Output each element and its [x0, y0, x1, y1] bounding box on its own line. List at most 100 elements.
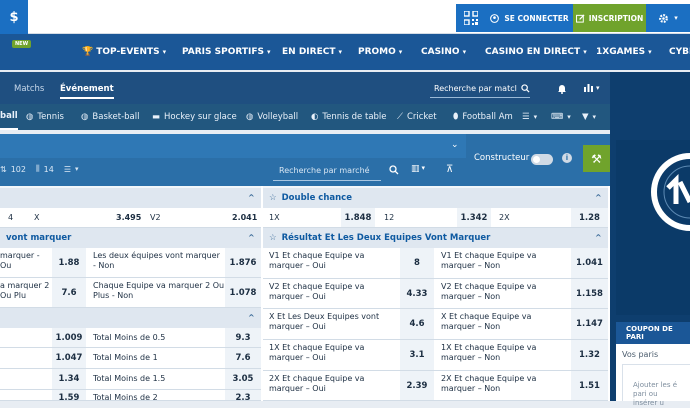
tab-matchs[interactable]: Matchs [14, 84, 44, 94]
chevron-down-icon: ▾ [533, 113, 538, 121]
nav-promo[interactable]: PROMO ▾ [358, 34, 402, 70]
nav-1xgames[interactable]: 1XGAMES ▾ [596, 34, 652, 70]
nav-en-direct[interactable]: EN DIRECT ▾ [282, 34, 342, 70]
sport-hockey[interactable]: ▬ Hockey sur glace [152, 104, 237, 130]
market-counters: ⇅ 102 ⫼ 14 ☰ ▾ [0, 164, 79, 174]
bet-slip-panel: Vos paris Ajouter les é pari ou insérer … [616, 344, 690, 407]
odds-value[interactable]: 3.495 [116, 213, 141, 223]
collapse-chevron-icon[interactable]: ⌄ [451, 140, 459, 150]
table-tennis-icon: ◐ [311, 112, 319, 122]
table-row[interactable]: 1.009 Total Moins de 0.5 9.3 [0, 328, 261, 348]
odds-value[interactable]: 4.6 [400, 309, 434, 339]
odds-value[interactable]: 1.158 [571, 279, 608, 308]
table-row[interactable]: a marquer 2 Ou Plu 7.6 Chaque Equipe va … [0, 278, 261, 308]
market-header-total[interactable]: ^ [0, 308, 261, 328]
table-row[interactable]: 1X Et chaque Equipe va marquer – Oui 3.1… [263, 340, 608, 371]
nav-cyber[interactable]: CYBE [669, 34, 690, 70]
odds-value[interactable]: 2.041 [232, 213, 257, 223]
promo-banner[interactable] [616, 140, 690, 315]
sport-american-football[interactable]: ⬮ Football Am [453, 104, 513, 130]
odds-value[interactable]: 1.876 [225, 248, 261, 277]
bar-chart-icon [584, 84, 593, 92]
sport-basketball[interactable]: ◍ Basket-ball [81, 104, 139, 130]
odds-value[interactable]: 3.1 [400, 340, 434, 370]
gamepad-icon: ⌨ [551, 112, 564, 122]
nav-top-events[interactable]: 🏆 TOP-EVENTS ▾ [82, 34, 166, 70]
odds-value[interactable]: 1.34 [52, 369, 86, 389]
qr-code-button[interactable] [456, 4, 486, 32]
star-icon[interactable]: ☆ [269, 233, 277, 243]
chevron-up-icon: ^ [248, 233, 255, 242]
table-row[interactable]: 1.047 Total Moins de 1 7.6 [0, 348, 261, 369]
edit-icon [575, 13, 585, 23]
table-row[interactable]: marquer - Ou 1.88 Les deux équipes vont … [0, 248, 261, 278]
list-icon[interactable]: ☰ [64, 165, 71, 174]
chevron-down-icon: ▾ [462, 48, 467, 56]
search-icon[interactable] [389, 165, 399, 175]
odds-value[interactable]: 9.3 [225, 328, 261, 347]
signup-button[interactable]: INSCRIPTION [573, 4, 646, 32]
sport-cricket[interactable]: ⟋ Cricket [397, 104, 437, 130]
sport-volleyball[interactable]: ◍ Volleyball [246, 104, 298, 130]
bet-slip-header[interactable]: COUPON DE PARI [616, 322, 690, 344]
market-header-btts[interactable]: vont marquer ^ [0, 228, 261, 248]
market-header-double-chance[interactable]: ☆ Double chance ^ [263, 188, 608, 208]
odds-value[interactable]: 4.33 [400, 279, 434, 308]
sport-tennis[interactable]: ◍ Tennis [26, 104, 64, 130]
sport-table-tennis[interactable]: ◐ Tennis de table [311, 104, 387, 130]
sports-list-button[interactable]: ☰ ▾ [522, 104, 537, 130]
volleyball-icon: ◍ [246, 112, 254, 122]
info-icon[interactable]: i [562, 153, 572, 163]
table-row[interactable]: V2 Et chaque Equipe va marquer – Oui 4.3… [263, 279, 608, 309]
nav-casino[interactable]: CASINO ▾ [421, 34, 466, 70]
login-button[interactable]: SE CONNECTER [486, 4, 573, 32]
odds-value[interactable]: 1.59 [52, 390, 86, 400]
odds-value[interactable]: 1.047 [52, 348, 86, 368]
table-row[interactable]: V1 Et chaque Equipe va marquer – Oui 8 V… [263, 248, 608, 279]
star-icon[interactable]: ☆ [269, 193, 277, 203]
nav-paris-sportifs[interactable]: PARIS SPORTIFS ▾ [182, 34, 271, 70]
odds-value[interactable]: 1.009 [52, 328, 86, 347]
odds-value[interactable]: 1.88 [52, 248, 86, 277]
constructor-toggle[interactable] [531, 154, 553, 165]
odds-value[interactable]: 1.32 [571, 340, 608, 370]
table-row[interactable]: 1.34 Total Moins de 1.5 3.05 [0, 369, 261, 390]
odds-value[interactable]: 1.041 [571, 248, 608, 278]
market-header-result-btts[interactable]: ☆ Résultat Et Les Deux Equipes Vont Marq… [263, 228, 608, 248]
odds-value[interactable]: 1.848 [341, 208, 375, 227]
market-header-result[interactable]: ^ [0, 188, 261, 208]
odds-value[interactable]: 1.28 [571, 208, 608, 227]
table-row[interactable]: 2X Et chaque Equipe va marquer – Oui 2.3… [263, 371, 608, 401]
qr-code-icon [464, 11, 478, 25]
nav-casino-en-direct[interactable]: CASINO EN DIRECT ▾ [485, 34, 587, 70]
filter-button[interactable]: ▼ ▾ [582, 104, 596, 130]
gamepad-button[interactable]: ⌨ ▾ [551, 104, 571, 130]
odds-value[interactable]: 3.05 [225, 369, 261, 389]
odds-value[interactable]: 1.342 [457, 208, 491, 227]
chevron-down-icon: ▾ [592, 113, 597, 121]
match-search[interactable]: Recherche par matcl [430, 80, 530, 98]
odds-value[interactable]: 1.51 [571, 371, 608, 400]
currency-button[interactable]: $ [0, 0, 28, 34]
market-search-input[interactable]: Recherche par marché [273, 161, 381, 181]
tab-evenement[interactable]: Événement [60, 84, 114, 99]
odds-value[interactable]: 7.6 [52, 278, 86, 307]
bell-icon[interactable] [557, 83, 567, 94]
odds-value[interactable]: 1.147 [571, 309, 608, 339]
settings-button[interactable]: ▾ [646, 4, 690, 32]
odds-value[interactable]: 2.3 [225, 390, 261, 400]
hammer-icon: ⚒ [591, 151, 602, 166]
constructor-action-button[interactable]: ⚒ [583, 145, 610, 172]
odds-value[interactable]: 1.078 [225, 278, 261, 307]
odds-value[interactable]: 8 [400, 248, 434, 278]
match-search-input[interactable]: Recherche par matcl [434, 84, 517, 93]
odds-value[interactable]: 2.39 [400, 371, 434, 400]
collapse-all-icon[interactable]: ⊼ [446, 164, 453, 175]
stats-button[interactable]: ▾ [583, 82, 600, 93]
layout-button[interactable]: ▥ ▾ [411, 164, 425, 174]
sport-football[interactable]: ball [0, 104, 18, 130]
table-row[interactable]: X Et Les Deux Equipes vont marquer – Oui… [263, 309, 608, 340]
table-row[interactable]: 1.59 Total Moins de 2 2.3 [0, 390, 261, 401]
odds-value[interactable]: 7.6 [225, 348, 261, 368]
table-row[interactable]: 1X 1.848 12 1.342 2X 1.28 [263, 208, 608, 228]
